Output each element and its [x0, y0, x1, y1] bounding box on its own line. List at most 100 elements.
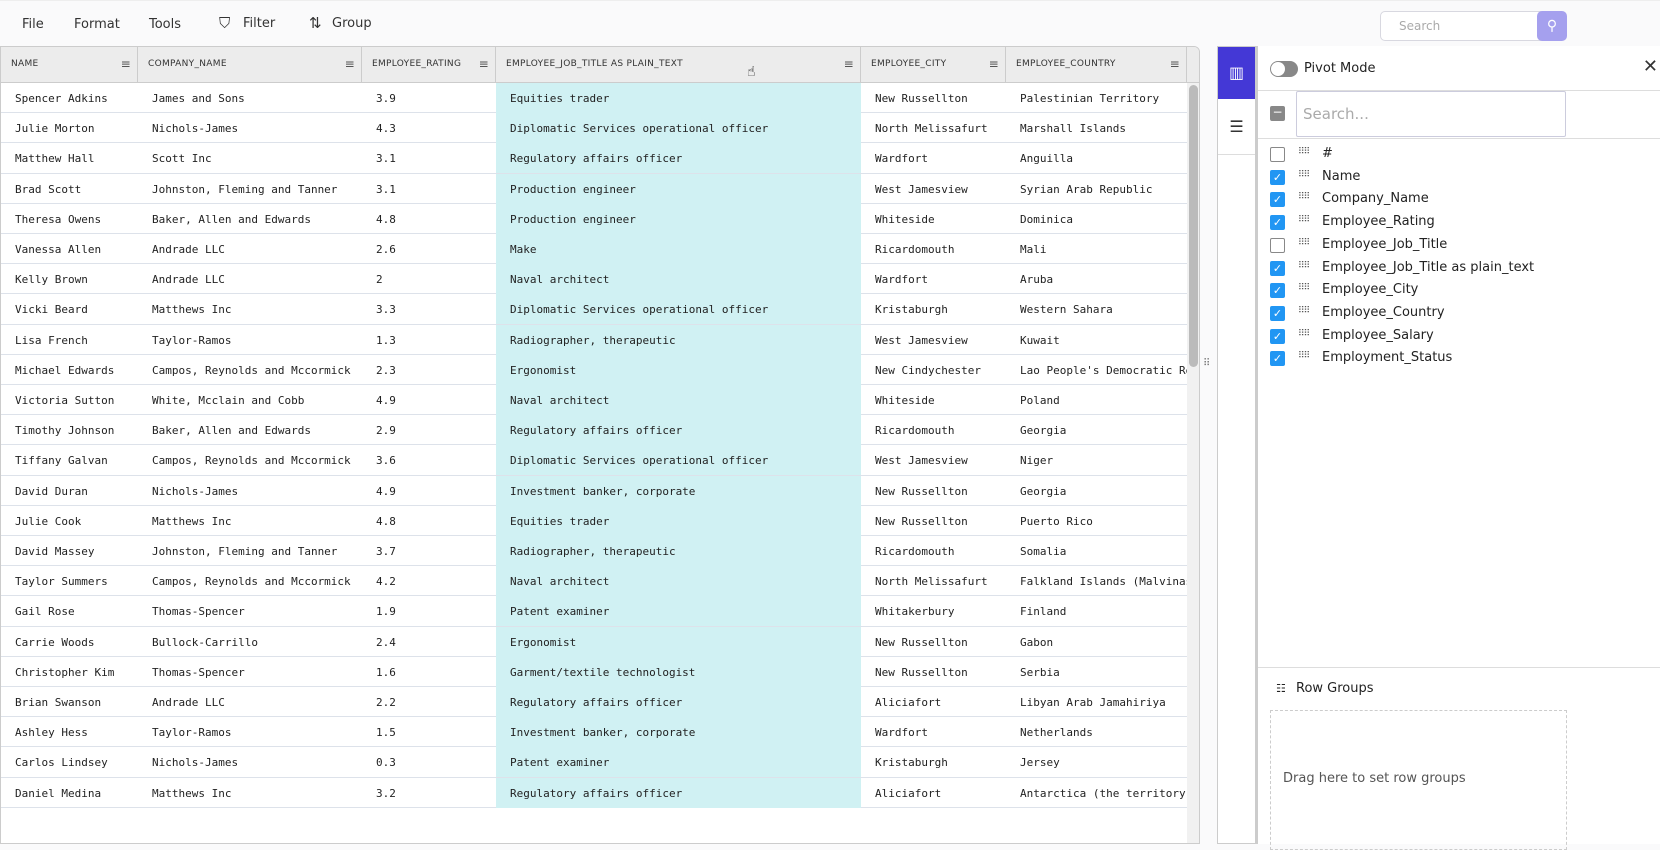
cell-employee-job-title[interactable]: Equities trader — [496, 505, 861, 536]
cell-employee-city[interactable]: Wardfort — [861, 143, 1006, 173]
cell-employee-rating[interactable]: 4.8 — [362, 506, 496, 536]
group-button[interactable]: Group — [332, 16, 372, 31]
cell-employee-rating[interactable]: 2.6 — [362, 234, 496, 264]
table-row[interactable]: Timothy Johnson Baker, Allen and Edwards 2… — [1, 415, 1187, 446]
cell-employee-rating[interactable]: 1.3 — [362, 325, 496, 355]
search-input[interactable]: Search — [1380, 11, 1560, 41]
table-row[interactable]: Tiffany Galvan Campos, Reynolds and Mccor… — [1, 445, 1187, 476]
cell-employee-country[interactable]: Falkland Islands (Malvinas) — [1006, 566, 1187, 596]
cell-employee-country[interactable]: Somalia — [1006, 536, 1187, 566]
cell-name[interactable]: Lisa French — [1, 325, 138, 355]
cell-employee-job-title[interactable]: Naval architect — [496, 385, 861, 415]
cell-name[interactable]: Michael Edwards — [1, 355, 138, 385]
cell-employee-job-title[interactable]: Ergonomist — [496, 626, 861, 657]
cell-employee-job-title[interactable]: Diplomatic Services operational officer — [496, 113, 861, 144]
cell-name[interactable]: Victoria Sutton — [1, 385, 138, 415]
cell-employee-job-title[interactable]: Regulatory affairs officer — [496, 777, 861, 808]
cell-employee-job-title[interactable]: Naval architect — [496, 566, 861, 597]
cell-name[interactable]: Christopher Kim — [1, 657, 138, 687]
column-menu-icon[interactable]: ≡ — [121, 57, 131, 71]
cell-employee-job-title[interactable]: Garment/textile technologist — [496, 656, 861, 687]
cell-employee-rating[interactable]: 4.9 — [362, 385, 496, 415]
column-header-employee-rating[interactable]: EMPLOYEE_RATING ≡ — [362, 47, 496, 83]
cell-employee-city[interactable]: New Russellton — [861, 627, 1006, 657]
column-checkbox[interactable]: ✓ — [1270, 351, 1285, 367]
column-checkbox[interactable]: ✓ — [1270, 192, 1285, 208]
cell-employee-job-title[interactable]: Production engineer — [496, 203, 861, 234]
cell-employee-country[interactable]: Aruba — [1006, 264, 1187, 294]
cell-employee-rating[interactable]: 1.9 — [362, 596, 496, 626]
cell-employee-city[interactable]: Aliciafort — [861, 687, 1006, 717]
cell-employee-city[interactable]: New Russellton — [861, 506, 1006, 536]
cell-name[interactable]: Brad Scott — [1, 174, 138, 204]
select-all-checkbox[interactable]: − — [1270, 106, 1285, 121]
drag-handle-icon[interactable]: ⠿⠿ — [1298, 283, 1310, 293]
cell-employee-country[interactable]: Niger — [1006, 445, 1187, 475]
cell-employee-rating[interactable]: 0.3 — [362, 747, 496, 777]
resize-handle[interactable]: ⠿ — [1203, 358, 1210, 369]
cell-employee-job-title[interactable]: Equities trader — [496, 83, 861, 113]
cell-employee-rating[interactable]: 2.2 — [362, 687, 496, 717]
cell-employee-rating[interactable]: 3.2 — [362, 778, 496, 808]
cell-company-name[interactable]: Matthews Inc — [138, 778, 362, 808]
cell-employee-country[interactable]: Kuwait — [1006, 325, 1187, 355]
drag-handle-icon[interactable]: ⠿⠿ — [1298, 170, 1310, 180]
cell-name[interactable]: Vanessa Allen — [1, 234, 138, 264]
cell-employee-country[interactable]: Palestinian Territory — [1006, 83, 1187, 113]
cell-employee-rating[interactable]: 3.6 — [362, 445, 496, 475]
cell-employee-rating[interactable]: 3.7 — [362, 536, 496, 566]
cell-name[interactable]: Carlos Lindsey — [1, 747, 138, 777]
cell-employee-rating[interactable]: 1.6 — [362, 657, 496, 687]
cell-employee-city[interactable]: Ricardomouth — [861, 415, 1006, 445]
cell-company-name[interactable]: White, Mcclain and Cobb — [138, 385, 362, 415]
cell-name[interactable]: Carrie Woods — [1, 627, 138, 657]
cell-employee-job-title[interactable]: Investment banker, corporate — [496, 475, 861, 506]
column-menu-icon[interactable]: ≡ — [844, 57, 854, 71]
cell-company-name[interactable]: Bullock-Carrillo — [138, 627, 362, 657]
cell-employee-rating[interactable]: 1.5 — [362, 717, 496, 747]
cell-employee-rating[interactable]: 3.1 — [362, 143, 496, 173]
drag-handle-icon[interactable]: ⠿⠿ — [1298, 306, 1310, 316]
column-toggle-item[interactable]: ✓ ⠿⠿ Name — [1258, 167, 1658, 189]
cell-employee-job-title[interactable]: Regulatory affairs officer — [496, 415, 861, 446]
cell-employee-country[interactable]: Finland — [1006, 596, 1187, 626]
cell-name[interactable]: Taylor Summers — [1, 566, 138, 596]
column-toggle-item[interactable]: ✓ ⠿⠿ Company_Name — [1258, 189, 1658, 211]
cell-employee-rating[interactable]: 4.3 — [362, 113, 496, 143]
cell-name[interactable]: Matthew Hall — [1, 143, 138, 173]
cell-company-name[interactable]: Matthews Inc — [138, 506, 362, 536]
cell-employee-city[interactable]: New Russellton — [861, 657, 1006, 687]
table-row[interactable]: Michael Edwards Campos, Reynolds and Mcco… — [1, 354, 1187, 385]
cell-name[interactable]: Tiffany Galvan — [1, 445, 138, 475]
cell-employee-country[interactable]: Syrian Arab Republic — [1006, 174, 1187, 204]
cell-employee-country[interactable]: Lao People's Democratic Rep — [1006, 355, 1187, 385]
column-header-company-name[interactable]: COMPANY_NAME ≡ — [138, 47, 362, 83]
column-menu-icon[interactable]: ≡ — [1170, 57, 1180, 71]
column-checkbox[interactable]: ✓ — [1270, 215, 1285, 231]
table-row[interactable]: Julie Morton Nichols-James 4.3 Diplomatic S… — [1, 113, 1187, 144]
cell-name[interactable]: Julie Cook — [1, 506, 138, 536]
table-row[interactable]: Lisa French Taylor-Ramos 1.3 Radiographer, … — [1, 324, 1187, 355]
cell-employee-city[interactable]: West Jamesview — [861, 445, 1006, 475]
table-row[interactable]: Christopher Kim Thomas-Spencer 1.6 Garment/… — [1, 656, 1187, 687]
column-toggle-item[interactable]: ⠿⠿ Employee_Job_Title — [1258, 235, 1658, 257]
column-menu-icon[interactable]: ≡ — [479, 57, 489, 71]
column-menu-icon[interactable]: ≡ — [345, 57, 355, 71]
cell-name[interactable]: Gail Rose — [1, 596, 138, 626]
cell-employee-job-title[interactable]: Regulatory affairs officer — [496, 143, 861, 174]
cell-name[interactable]: Ashley Hess — [1, 717, 138, 747]
cell-employee-country[interactable]: Puerto Rico — [1006, 506, 1187, 536]
column-header-employee-country[interactable]: EMPLOYEE_COUNTRY ≡ — [1006, 47, 1187, 83]
table-row[interactable]: Ashley Hess Taylor-Ramos 1.5 Investment ban… — [1, 717, 1187, 748]
column-toggle-item[interactable]: ✓ ⠿⠿ Employee_Rating — [1258, 212, 1658, 234]
cell-employee-country[interactable]: Marshall Islands — [1006, 113, 1187, 143]
column-checkbox[interactable]: ✓ — [1270, 305, 1285, 321]
cell-employee-job-title[interactable]: Make — [496, 234, 861, 264]
cell-employee-country[interactable]: Libyan Arab Jamahiriya — [1006, 687, 1187, 717]
close-icon[interactable]: ✕ — [1643, 56, 1658, 77]
cell-employee-rating[interactable]: 3.9 — [362, 83, 496, 113]
cell-company-name[interactable]: Thomas-Spencer — [138, 596, 362, 626]
column-checkbox[interactable]: ✓ — [1270, 328, 1285, 344]
cell-employee-country[interactable]: Serbia — [1006, 657, 1187, 687]
cell-employee-country[interactable]: Anguilla — [1006, 143, 1187, 173]
